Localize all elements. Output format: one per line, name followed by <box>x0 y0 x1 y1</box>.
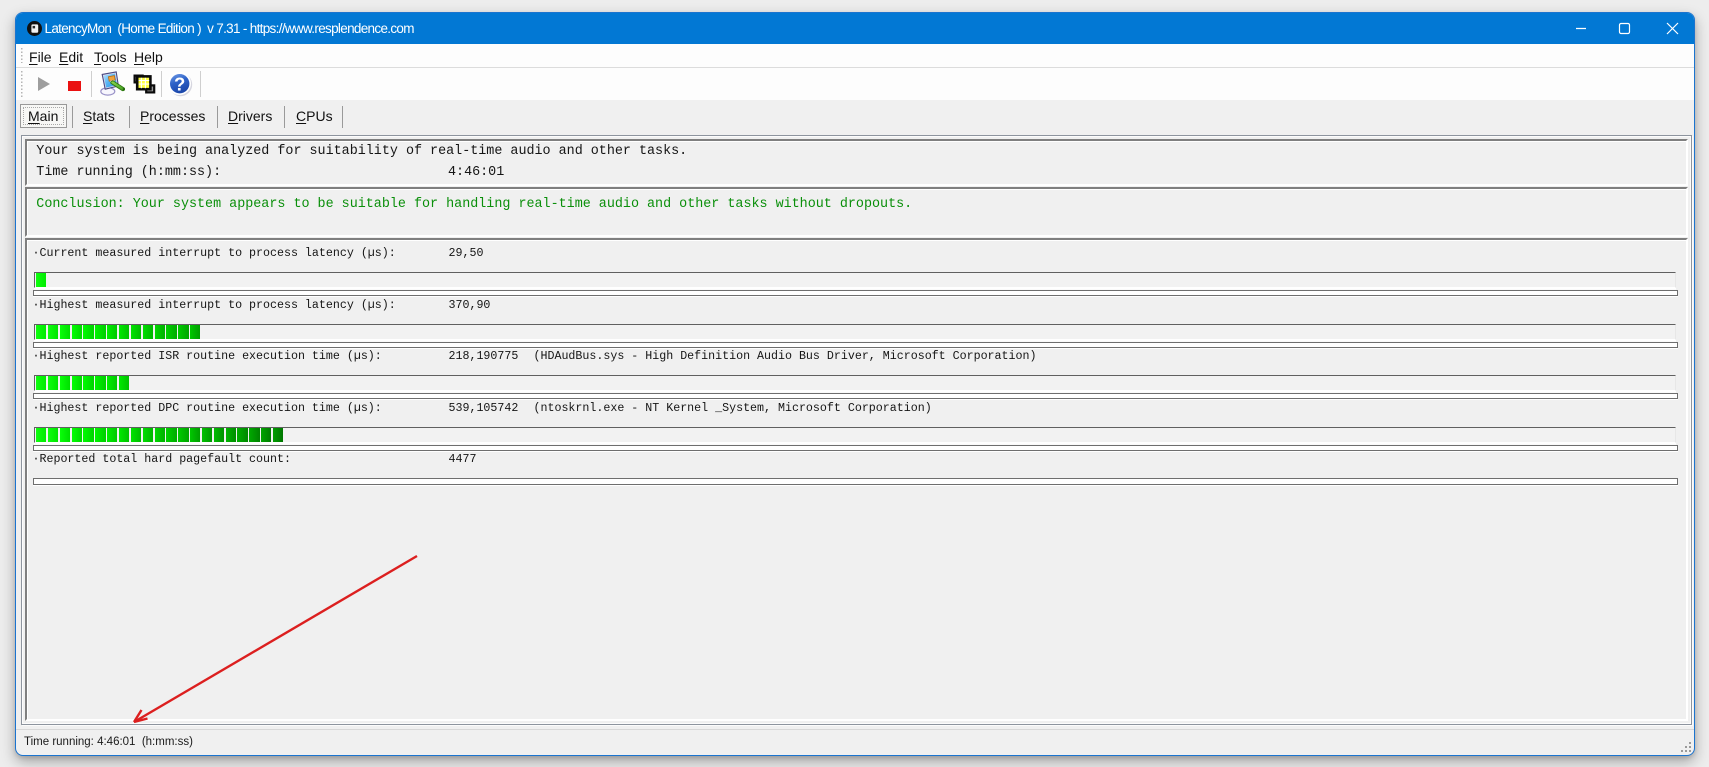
svg-text:?: ? <box>174 73 185 94</box>
